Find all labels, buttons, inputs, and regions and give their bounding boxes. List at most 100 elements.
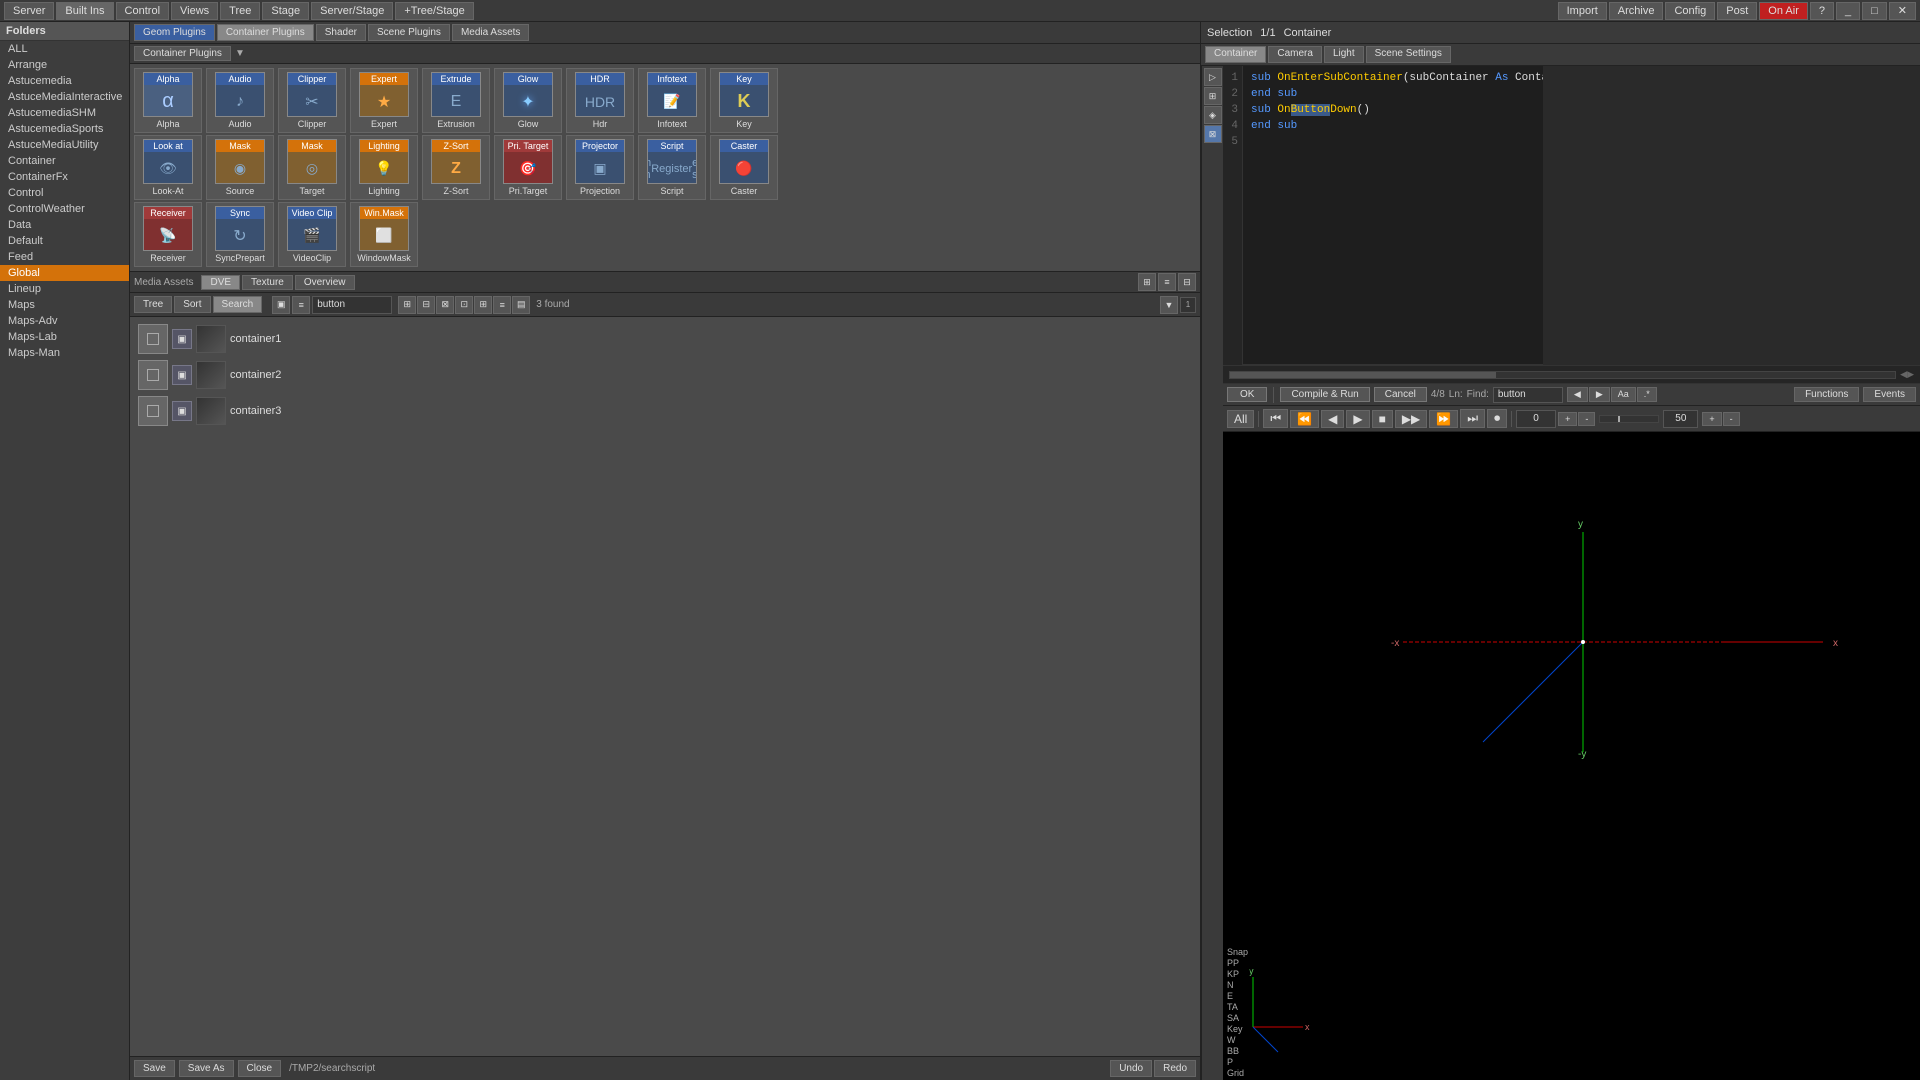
plugin-alpha[interactable]: Alpha α Alpha [134,68,202,133]
sa-label[interactable]: SA [1225,1013,1250,1023]
find-option-1[interactable]: Aa [1611,387,1636,402]
plugin-key[interactable]: Key K Key [710,68,778,133]
folder-lineup[interactable]: Lineup [0,281,129,297]
all-label[interactable]: All [1227,410,1254,428]
plugin-glow[interactable]: Glow ✦ Glow [494,68,562,133]
menu-post[interactable]: Post [1717,2,1757,20]
list-view-5[interactable]: ⊞ [474,296,492,314]
close-btn[interactable]: ✕ [1889,2,1916,20]
save-as-button[interactable]: Save As [179,1060,234,1077]
plugin-receiver[interactable]: Receiver 📡 Receiver [134,202,202,267]
asset-tab-overview[interactable]: Overview [295,275,355,290]
tab-scene-settings[interactable]: Scene Settings [1366,46,1451,63]
ta-label[interactable]: TA [1225,1002,1250,1012]
folder-astucemedia-int[interactable]: AstuceMediaInteractive [0,89,129,105]
find-option-2[interactable]: .* [1637,387,1657,402]
tab-camera[interactable]: Camera [1268,46,1322,63]
plugin-bar-dropdown[interactable]: ▼ [235,48,245,59]
view-btn-2[interactable]: ≡ [1158,273,1176,291]
find-input[interactable]: button [1493,387,1563,403]
plugin-sync[interactable]: Sync ↻ SyncPrepart [206,202,274,267]
tab-light[interactable]: Light [1324,46,1364,63]
plugin-caster[interactable]: Caster 🔴 Caster [710,135,778,200]
folder-maps-man[interactable]: Maps-Man [0,345,129,361]
folder-astucemedia-shm[interactable]: AstucemediaSHM [0,105,129,121]
folder-astucemedia[interactable]: Astucemedia [0,73,129,89]
folder-data[interactable]: Data [0,217,129,233]
functions-button[interactable]: Functions [1794,387,1859,402]
btn-prev-frame[interactable]: ⏪ [1290,410,1319,428]
folder-astucemedia-sports[interactable]: AstucemediaSports [0,121,129,137]
key-label[interactable]: Key [1225,1024,1250,1034]
frame-inc-btn[interactable]: + [1558,412,1577,426]
events-button[interactable]: Events [1863,387,1916,402]
plugin-windowmask[interactable]: Win.Mask ⬜ WindowMask [350,202,418,267]
list-view-6[interactable]: ≡ [493,296,511,314]
bb-label[interactable]: BB [1225,1046,1250,1056]
pp-label[interactable]: PP [1225,958,1250,968]
tab-container-plugins[interactable]: Container Plugins [217,24,314,41]
menu-tree-stage[interactable]: +Tree/Stage [395,2,473,20]
folder-arrange[interactable]: Arrange [0,57,129,73]
result-container2[interactable]: ▣ container2 [134,357,1196,393]
find-prev-btn[interactable]: ◀ [1567,387,1588,402]
cancel-button[interactable]: Cancel [1374,387,1427,402]
menu-stage[interactable]: Stage [262,2,309,20]
plugin-clipper[interactable]: Clipper ✂ Clipper [278,68,346,133]
grid-label[interactable]: Grid [1225,1068,1250,1078]
folder-astucemedia-utility[interactable]: AstuceMediaUtility [0,137,129,153]
folder-maps[interactable]: Maps [0,297,129,313]
btn-play[interactable]: ▶ [1346,410,1369,428]
sidebar-icon-2[interactable]: ⊞ [1204,87,1222,105]
tab-shader[interactable]: Shader [316,24,366,41]
btn-stop[interactable]: ■ [1372,410,1393,428]
btn-back[interactable]: ◀ [1321,410,1344,428]
w-label[interactable]: W [1225,1035,1250,1045]
menu-views[interactable]: Views [171,2,218,20]
frame-end-input[interactable] [1663,410,1698,428]
ok-button[interactable]: OK [1227,387,1267,402]
e-label[interactable]: E [1225,991,1250,1001]
view-btn-3[interactable]: ⊟ [1178,273,1196,291]
menu-server-stage[interactable]: Server/Stage [311,2,393,20]
btn-next-frame[interactable]: ⏩ [1429,410,1458,428]
folder-container[interactable]: Container [0,153,129,169]
view-btn-1[interactable]: ⊞ [1138,273,1156,291]
plugin-look-at[interactable]: Look at 👁 Look-At [134,135,202,200]
kp-label[interactable]: KP [1225,969,1250,979]
folder-maps-lab[interactable]: Maps-Lab [0,329,129,345]
btn-fwd[interactable]: ▶▶ [1395,410,1427,428]
plugin-expert[interactable]: Expert ★ Expert [350,68,418,133]
viewport[interactable]: x y -y -x x y [1223,432,1920,1080]
redo-button[interactable]: Redo [1154,1060,1196,1077]
help-btn[interactable]: ? [1810,2,1834,20]
result-container1[interactable]: ▣ container1 [134,321,1196,357]
search-button[interactable]: Search [213,296,263,313]
tab-scene-plugins[interactable]: Scene Plugins [368,24,450,41]
folder-maps-adv[interactable]: Maps-Adv [0,313,129,329]
menu-server[interactable]: Server [4,2,54,20]
list-view-1[interactable]: ⊞ [398,296,416,314]
plugin-hdr[interactable]: HDR HDR Hdr [566,68,634,133]
folder-global[interactable]: Global [0,265,129,281]
menu-on-air[interactable]: On Air [1759,2,1808,20]
plugin-target[interactable]: Mask ◎ Target [278,135,346,200]
plugin-source[interactable]: Mask ◉ Source [206,135,274,200]
script-editor[interactable]: sub OnEnterSubContainer(subContainer As … [1243,66,1543,365]
p-label[interactable]: P [1225,1057,1250,1067]
minimize-btn[interactable]: _ [1836,2,1860,20]
menu-import[interactable]: Import [1558,2,1607,20]
list-view-2[interactable]: ⊟ [417,296,435,314]
btn-end[interactable]: ⏭ [1460,409,1485,428]
plugin-projection[interactable]: Projector ▣ Projection [566,135,634,200]
sidebar-icon-4[interactable]: ⊠ [1204,125,1222,143]
tab-container[interactable]: Container [1205,46,1266,63]
compile-run-button[interactable]: Compile & Run [1280,387,1369,402]
search-input[interactable]: button [312,296,392,314]
menu-control[interactable]: Control [116,2,169,20]
frame-end-dec-btn[interactable]: - [1723,412,1740,426]
plugin-audio[interactable]: Audio ♪ Audio [206,68,274,133]
plugin-infotext[interactable]: Infotext 📝 Infotext [638,68,706,133]
list-view-7[interactable]: ▤ [512,296,530,314]
folder-feed[interactable]: Feed [0,249,129,265]
